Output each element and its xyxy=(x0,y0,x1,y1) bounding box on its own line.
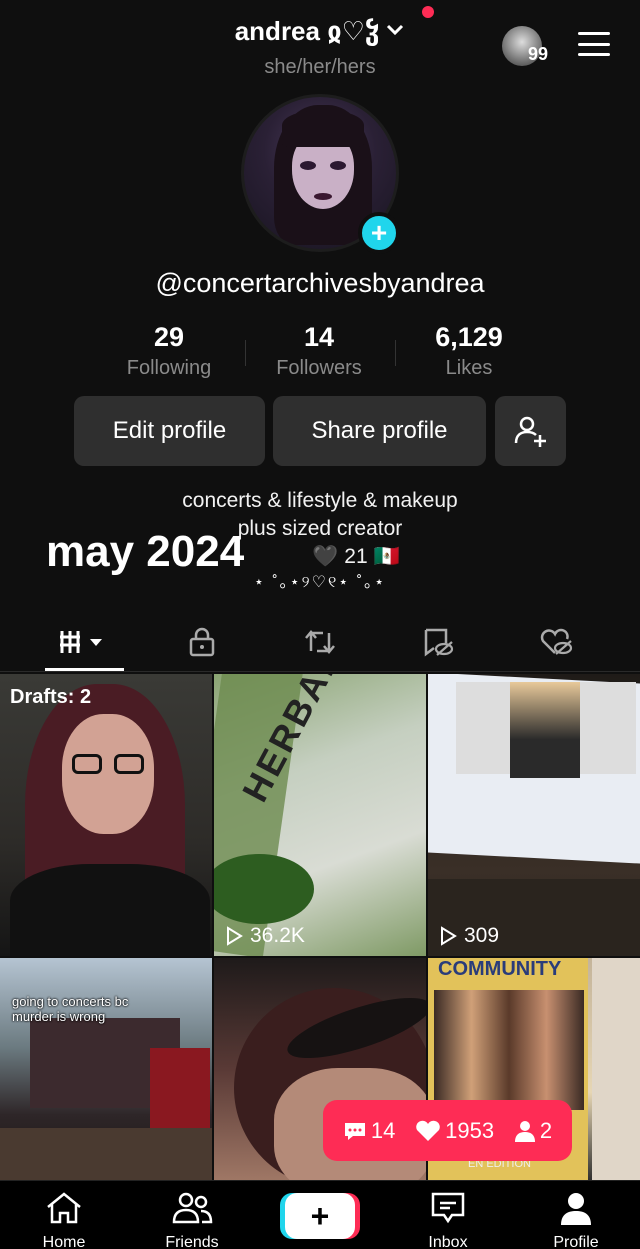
nav-label: Inbox xyxy=(428,1234,468,1249)
tab-private[interactable] xyxy=(162,614,242,670)
stat-following[interactable]: 29 Following xyxy=(94,322,244,380)
followers-value: 2 xyxy=(539,1117,553,1143)
content-tabs xyxy=(0,614,640,672)
notification-count: 99 xyxy=(528,44,549,64)
person-icon xyxy=(514,1120,535,1142)
stat-label: Following xyxy=(126,357,212,379)
bookmark-eye-icon xyxy=(424,628,454,657)
nav-label: Friends xyxy=(165,1234,219,1249)
view-count-value: 309 xyxy=(464,924,500,947)
drafts-tile[interactable]: Drafts: 2 xyxy=(0,674,212,956)
video-tile[interactable]: 309 xyxy=(428,674,640,956)
profile-icon xyxy=(561,1193,591,1225)
chevron-down-icon[interactable] xyxy=(385,20,405,43)
video-caption: going to concerts bc murder is wrong xyxy=(12,994,128,1024)
play-icon xyxy=(227,926,243,946)
tab-videos[interactable] xyxy=(44,614,124,670)
caption-line: murder is wrong xyxy=(12,1009,106,1024)
home-icon xyxy=(47,1192,81,1224)
edit-profile-button[interactable]: Edit profile xyxy=(74,396,265,466)
notification-dot xyxy=(422,6,434,18)
tab-reposts[interactable] xyxy=(280,614,360,670)
share-profile-button[interactable]: Share profile xyxy=(273,396,486,466)
nav-label: Profile xyxy=(553,1234,599,1249)
stat-likes[interactable]: 6,129 Likes xyxy=(394,322,544,380)
bottom-navigation: Home Friends + Inbox Profile xyxy=(0,1180,640,1249)
activity-summary-bar[interactable]: 14 1953 2 xyxy=(323,1100,572,1161)
dvd-title: COMMUNITY xyxy=(438,958,562,980)
inbox-icon xyxy=(431,1192,465,1224)
nav-inbox[interactable]: Inbox xyxy=(398,1191,498,1249)
stat-divider xyxy=(395,340,396,366)
stat-label: Likes xyxy=(445,357,493,379)
tab-liked[interactable] xyxy=(516,614,596,670)
nav-home[interactable]: Home xyxy=(14,1191,114,1249)
likes-count: 1953 xyxy=(415,1118,494,1144)
stat-value: 6,129 xyxy=(435,322,503,352)
tab-favorites[interactable] xyxy=(398,614,478,670)
username[interactable]: andrea ჲ♡ჴ xyxy=(235,16,380,47)
plus-icon: + xyxy=(310,1197,330,1234)
heart-icon xyxy=(416,1120,440,1141)
add-friend-button[interactable] xyxy=(495,396,566,466)
menu-icon[interactable] xyxy=(578,32,610,56)
followers-count: 2 xyxy=(514,1118,552,1144)
stat-value: 14 xyxy=(303,322,335,352)
caption-line: going to concerts bc xyxy=(12,994,129,1009)
grid-icon xyxy=(60,631,102,653)
comment-icon xyxy=(344,1122,365,1140)
stat-value: 29 xyxy=(153,322,185,352)
profile-stats: 29 Following 14 Followers 6,129 Likes xyxy=(94,322,546,380)
likes-value: 1953 xyxy=(445,1117,495,1143)
create-button[interactable]: + xyxy=(285,1193,355,1239)
video-tile[interactable]: HERBALIFE 36.2K xyxy=(214,674,426,956)
stat-divider xyxy=(245,340,246,366)
stat-followers[interactable]: 14 Followers xyxy=(244,322,394,380)
nav-profile[interactable]: Profile xyxy=(526,1191,626,1249)
add-user-icon xyxy=(514,416,546,447)
account-switcher[interactable]: andrea ჲ♡ჴ xyxy=(0,16,640,47)
lock-icon xyxy=(189,627,215,657)
video-tile[interactable]: going to concerts bc murder is wrong xyxy=(0,958,212,1182)
nav-label: Home xyxy=(42,1234,86,1249)
heart-eye-icon xyxy=(540,628,573,655)
play-icon xyxy=(441,926,457,946)
comments-count: 14 xyxy=(343,1118,395,1144)
view-count: 309 xyxy=(438,924,499,948)
profile-handle: @concertarchivesbyandrea xyxy=(155,268,485,298)
view-count: 36.2K xyxy=(224,924,305,948)
add-avatar-button[interactable]: + xyxy=(358,212,400,254)
repost-icon xyxy=(305,630,335,654)
tabs-divider xyxy=(0,671,640,672)
nav-friends[interactable]: Friends xyxy=(142,1191,242,1249)
view-count-value: 36.2K xyxy=(250,924,305,947)
stat-label: Followers xyxy=(276,357,362,379)
drafts-label: Drafts: 2 xyxy=(10,686,92,708)
comments-value: 14 xyxy=(370,1117,396,1143)
friends-icon xyxy=(172,1192,213,1224)
overlay-caption: may 2024 xyxy=(46,527,245,576)
bio-line: concerts & lifestyle & makeup xyxy=(182,489,458,512)
top-bar: andrea ჲ♡ჴ she/her/hers 99 xyxy=(0,0,640,90)
